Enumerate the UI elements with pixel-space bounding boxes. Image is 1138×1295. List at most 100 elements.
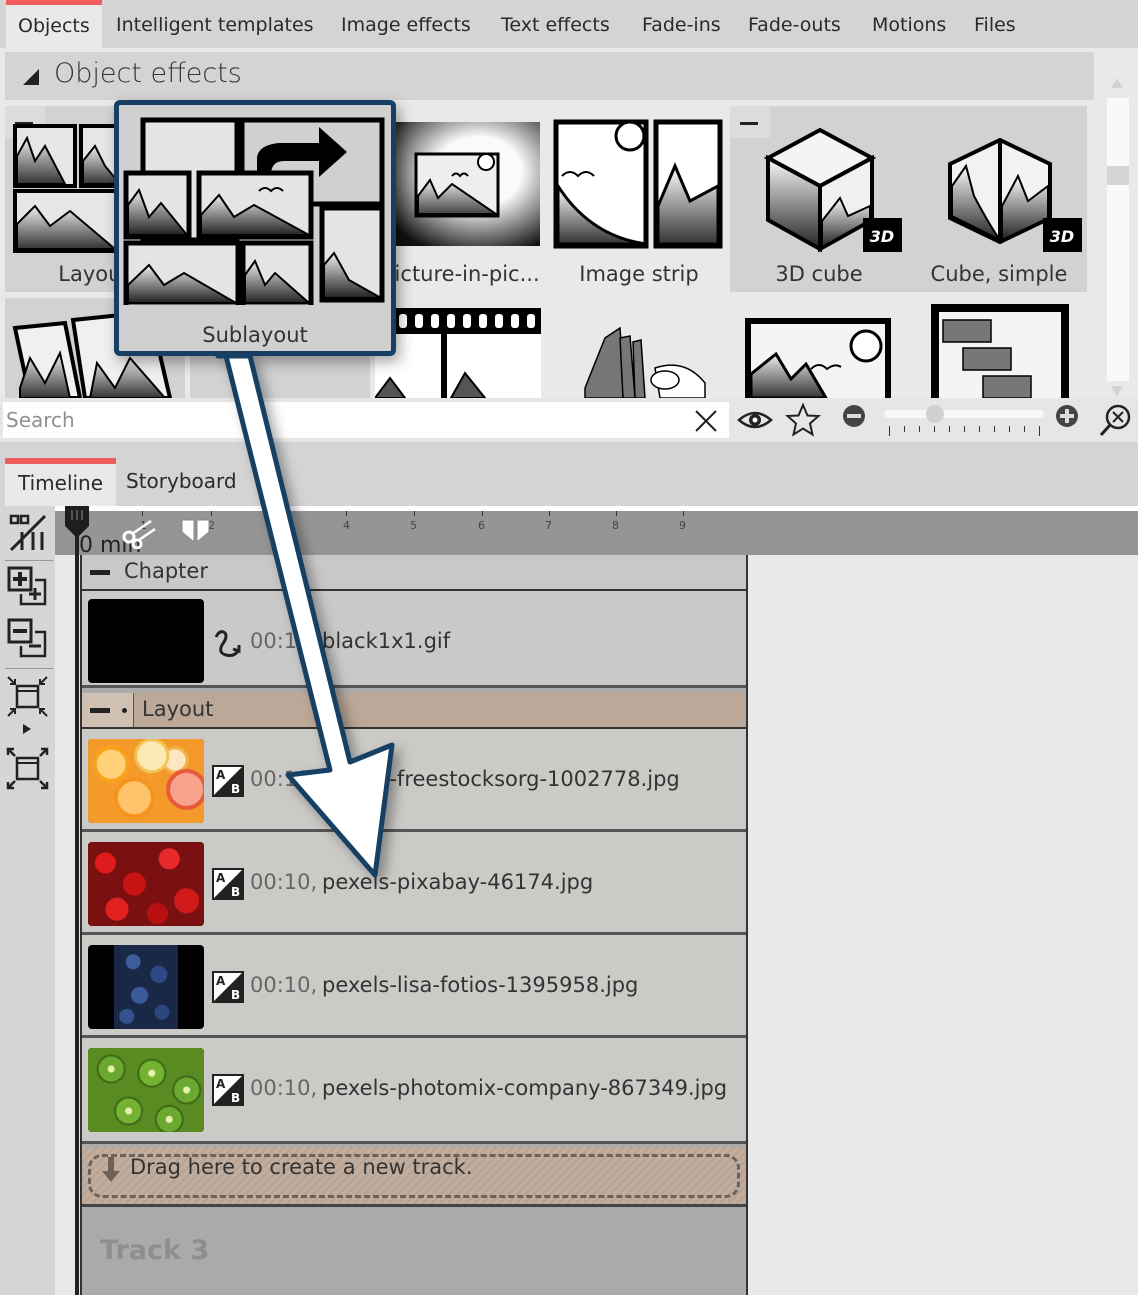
zoom-slider-knob[interactable] [926, 405, 945, 423]
badge-3d: 3D [1050, 227, 1074, 246]
ruler-label: 5 [410, 519, 417, 532]
effect-tile-staggered-blocks[interactable] [931, 304, 1069, 398]
effect-label: Image strip [579, 262, 699, 286]
effects-scrollbar[interactable] [1105, 78, 1131, 398]
new-track-drop-zone[interactable]: Drag here to create a new track. [82, 1147, 746, 1207]
sublayout-label: Sublayout [202, 323, 308, 347]
chapter-header[interactable]: Chapter [82, 555, 746, 591]
zoom-in-icon[interactable] [1052, 401, 1082, 431]
svg-text:B: B [231, 885, 240, 899]
svg-text:A: A [216, 1077, 226, 1091]
zoom-tick [904, 426, 905, 432]
playhead-line[interactable] [75, 516, 79, 1295]
collapse-chapter-icon[interactable] [90, 570, 110, 575]
tab-timeline[interactable]: Timeline [5, 458, 117, 506]
zoom-out-icon[interactable] [839, 401, 869, 431]
picture-in-picture-icon [386, 122, 540, 246]
tab-image-effects[interactable]: Image effects [329, 0, 483, 48]
clip-thumbnail-citrus [88, 739, 204, 823]
effect-tile-cube-simple[interactable]: 3D Cube, simple [910, 106, 1088, 292]
effect-tile-image-strip[interactable]: Image strip [550, 106, 728, 292]
collapse-triangle-icon[interactable] [23, 69, 39, 85]
track-3-label: Track 3 [100, 1235, 210, 1266]
tab-storyboard[interactable]: Storyboard [113, 458, 250, 506]
scroll-up-arrow-icon[interactable] [1111, 78, 1123, 88]
clip-row[interactable]: A B 00:10, pexels-freestocksorg-1002778.… [82, 729, 746, 832]
chapter-label: Chapter [124, 559, 208, 583]
scroll-down-arrow-icon[interactable] [1111, 386, 1123, 396]
collapse-layout-icon[interactable] [90, 708, 110, 713]
search-box [3, 402, 729, 438]
3d-cube-icon: 3D [763, 127, 902, 253]
scroll-track[interactable] [1107, 98, 1129, 381]
clip-filename: pexels-lisa-fotios-1395958.jpg [322, 973, 639, 997]
zoom-tick [949, 426, 950, 432]
tab-text-effects[interactable]: Text effects [489, 0, 622, 48]
clip-row[interactable]: A B 00:10, pexels-photomix-company-86734… [82, 1038, 746, 1144]
split-tracks-icon[interactable] [5, 510, 50, 555]
ruler-label: 9 [679, 519, 686, 532]
tab-fade-ins[interactable]: Fade-ins [630, 0, 733, 48]
toolbar-separator [5, 668, 53, 669]
effect-tile-light-rays[interactable] [745, 318, 891, 398]
ruler-label: 7 [545, 519, 552, 532]
sublayout-drag-preview[interactable]: Sublayout [114, 100, 396, 356]
zoom-tick [934, 426, 935, 432]
zoom-slider-ticks [889, 426, 1040, 436]
star-icon[interactable] [785, 402, 821, 438]
scissors-icon[interactable] [121, 515, 157, 549]
clip-thumbnail-blueberries [88, 945, 204, 1029]
marker-icon[interactable] [181, 519, 211, 543]
clip-row[interactable]: A B 00:10, pexels-lisa-fotios-1395958.jp… [82, 935, 746, 1038]
ab-transition-icon[interactable]: A B [212, 765, 244, 797]
tab-files[interactable]: Files [962, 0, 1028, 48]
clear-search-icon[interactable] [693, 408, 719, 434]
curve-transition-icon[interactable] [212, 627, 244, 659]
effect-label: Picture-in-pic... [382, 262, 540, 286]
ab-transition-icon[interactable]: A B [212, 868, 244, 900]
tab-fade-outs[interactable]: Fade-outs [736, 0, 853, 48]
light-rays-icon [749, 329, 883, 398]
zoom-tick [994, 426, 995, 432]
image-strip-icon [553, 119, 723, 249]
zoom-tick [919, 426, 920, 432]
search-input[interactable] [6, 402, 686, 438]
add-track-icon[interactable] [5, 564, 50, 609]
tab-objects[interactable]: Objects [6, 0, 102, 48]
effect-tile-3d-cube[interactable]: 3D 3D cube [730, 106, 908, 292]
clip-duration: 00:10, [250, 629, 318, 653]
film-strip-icon [373, 308, 541, 398]
timeline-area: 1 2 4 5 6 7 8 9 0 min Chapter [55, 506, 1138, 1295]
layout-header[interactable]: Layout [82, 693, 746, 729]
zoom-fit-icon[interactable] [1097, 402, 1133, 438]
ab-transition-icon[interactable]: A B [212, 1074, 244, 1106]
eye-icon[interactable] [737, 402, 773, 438]
clip-duration: 00:10, [250, 767, 318, 791]
effect-tile-film-strip[interactable] [373, 308, 541, 398]
zoom-tick [964, 426, 965, 432]
clip-row[interactable]: 00:10, black1x1.gif [82, 591, 746, 688]
expand-tracks-icon[interactable] [5, 746, 50, 791]
layout-dot-icon [122, 708, 127, 713]
section-header-object-effects[interactable]: Object effects [5, 52, 1094, 100]
playhead-handle-icon[interactable] [63, 506, 91, 540]
clip-duration: 00:10, [250, 1076, 318, 1100]
effect-tile-picture-in-picture[interactable]: Picture-in-pic... [372, 106, 550, 292]
ab-transition-icon[interactable]: A B [212, 971, 244, 1003]
timeline-ruler[interactable]: 1 2 4 5 6 7 8 9 0 min [55, 511, 1138, 558]
tab-intelligent-templates[interactable]: Intelligent templates [104, 0, 326, 48]
track-3[interactable]: Track 3 [82, 1210, 746, 1295]
scroll-thumb[interactable] [1107, 166, 1129, 185]
clip-filename: black1x1.gif [322, 629, 451, 653]
effect-tile-flip-book[interactable] [565, 308, 725, 398]
ruler-label: 8 [612, 519, 619, 532]
clip-row[interactable]: A B 00:10, pexels-pixabay-46174.jpg [82, 832, 746, 935]
tab-motions[interactable]: Motions [860, 0, 958, 48]
collapse-tracks-icon[interactable] [5, 674, 50, 736]
staggered-blocks-icon [942, 319, 1032, 398]
track-column: Chapter 00:10, black1x1.gif Layout A B 0… [80, 555, 748, 1295]
remove-track-icon[interactable] [5, 616, 50, 661]
zoom-slider[interactable] [884, 405, 1044, 423]
zoom-tick [1009, 426, 1010, 432]
clip-filename: pexels-freestocksorg-1002778.jpg [322, 767, 680, 791]
